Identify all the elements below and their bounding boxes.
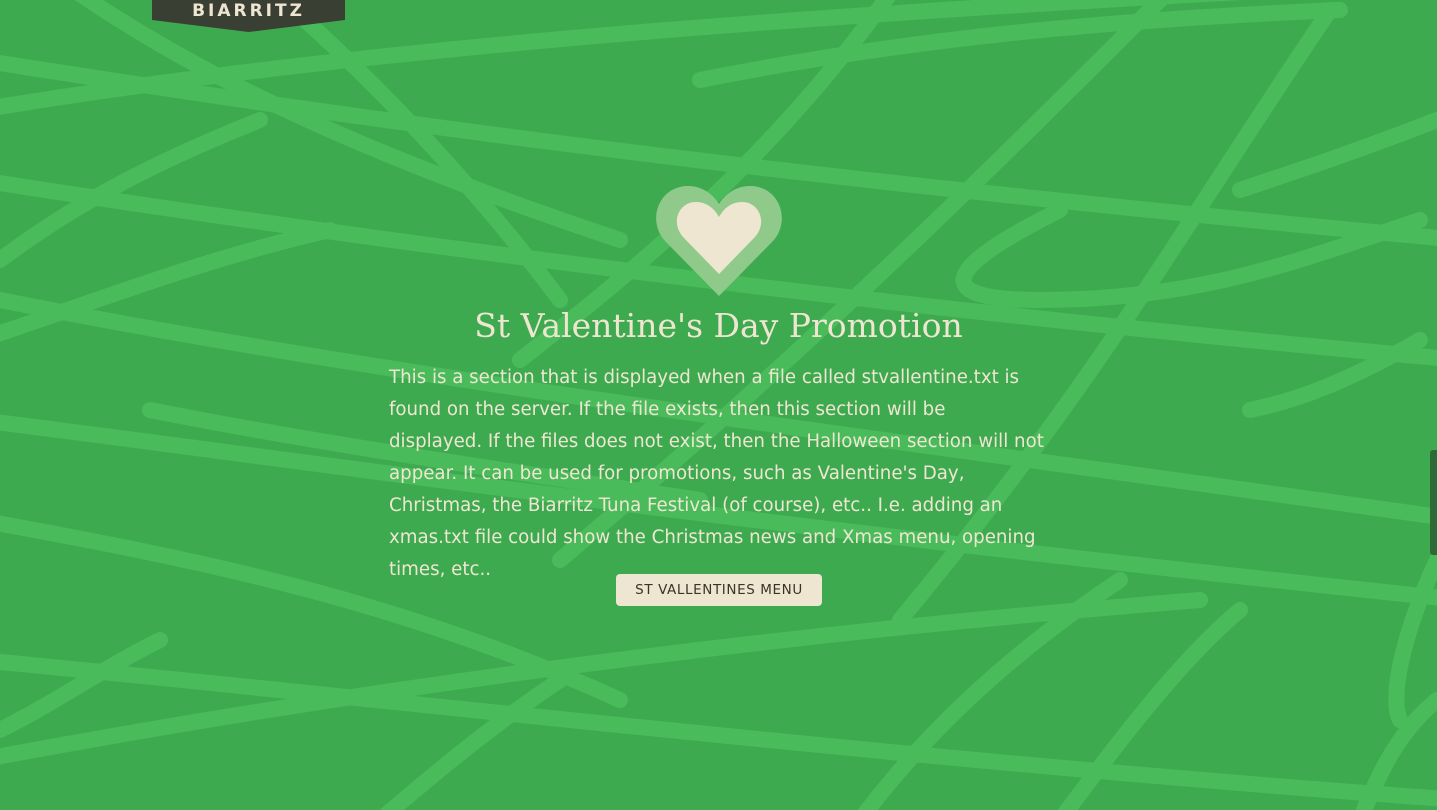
heart-icon bbox=[652, 182, 786, 300]
scrollbar-thumb[interactable] bbox=[1430, 450, 1437, 555]
promotion-section: BIARRITZ St Valentine's Day Promotion Th… bbox=[0, 0, 1437, 810]
promo-description: This is a section that is displayed when… bbox=[389, 367, 1044, 580]
logo-text[interactable]: BIARRITZ bbox=[152, 0, 345, 22]
valentines-menu-button[interactable]: ST VALLENTINES MENU bbox=[616, 574, 822, 606]
promo-title: St Valentine's Day Promotion bbox=[474, 306, 963, 345]
